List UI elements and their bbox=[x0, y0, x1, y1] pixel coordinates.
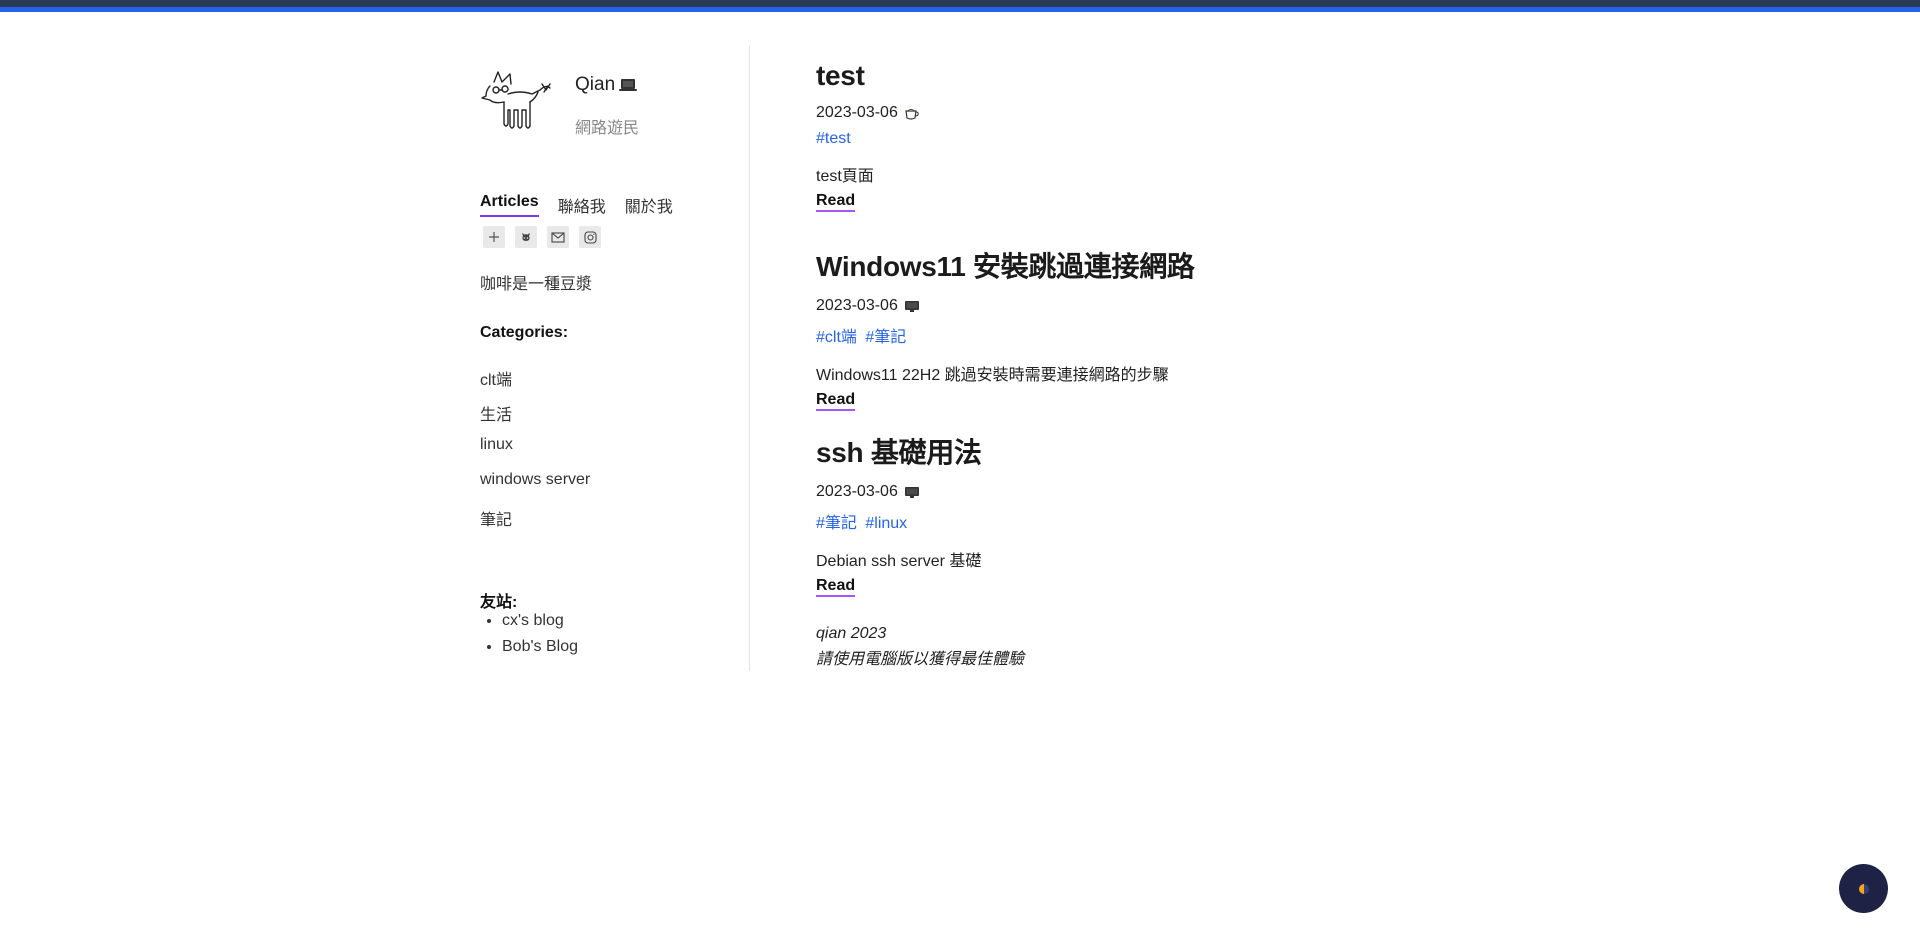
coffee-icon bbox=[905, 109, 919, 120]
read-link[interactable]: Read bbox=[816, 577, 856, 597]
friends-list: cx's blog Bob's Blog bbox=[502, 612, 578, 664]
profile-name[interactable]: Qian bbox=[575, 74, 638, 96]
tag-link[interactable]: #筆記 bbox=[816, 515, 857, 532]
tag-link[interactable]: #linux bbox=[865, 515, 907, 532]
main-nav: Articles 聯絡我 關於我 bbox=[480, 193, 673, 217]
sidebar: Qian 網路遊民 Articles 聯絡我 關於我 咖啡是一種豆漿 Categ… bbox=[480, 46, 750, 655]
post-tags: #筆記 #linux bbox=[816, 509, 982, 533]
cat-sketch-icon bbox=[481, 71, 551, 129]
column-divider bbox=[749, 46, 750, 671]
friends-title: 友站: bbox=[480, 594, 518, 611]
categories-list: clt端 生活 linux windows server 筆記 bbox=[480, 366, 590, 541]
category-item[interactable]: 筆記 bbox=[480, 506, 590, 541]
monitor-icon bbox=[904, 487, 919, 498]
profile: Qian 網路遊民 bbox=[480, 46, 750, 146]
monitor-icon bbox=[904, 301, 919, 312]
post-tags: #clt端 #筆記 bbox=[816, 323, 1195, 347]
post-description: Windows11 22H2 跳過安裝時需要連接網路的步驟 bbox=[816, 367, 1169, 384]
post-title[interactable]: ssh 基礎用法 bbox=[816, 431, 982, 471]
instagram-icon[interactable] bbox=[579, 226, 601, 248]
post-date-row: 2023-03-06 bbox=[816, 297, 1195, 315]
categories-title: Categories: bbox=[480, 324, 569, 341]
post-date-row: 2023-03-06 bbox=[816, 483, 982, 501]
post-description: Debian ssh server 基礎 bbox=[816, 553, 982, 570]
post-title[interactable]: Windows11 安裝跳過連接網路 bbox=[816, 245, 1195, 285]
category-item[interactable]: linux bbox=[480, 436, 590, 471]
mail-icon[interactable] bbox=[547, 226, 569, 248]
github-icon[interactable] bbox=[515, 226, 537, 248]
theme-toggle-icon bbox=[1858, 883, 1869, 894]
category-item[interactable]: clt端 bbox=[480, 366, 590, 401]
tag-link[interactable]: #test bbox=[816, 130, 851, 147]
tab-about[interactable]: 關於我 bbox=[625, 193, 673, 217]
category-item[interactable]: 生活 bbox=[480, 401, 590, 436]
footer-note: 請使用電腦版以獲得最佳體驗 bbox=[816, 651, 1025, 668]
tag-link[interactable]: #clt端 bbox=[816, 329, 857, 346]
theme-toggle-button[interactable] bbox=[1839, 864, 1888, 913]
tab-articles[interactable]: Articles bbox=[480, 193, 539, 217]
profile-subtitle: 網路遊民 bbox=[575, 120, 640, 137]
post-date-row: 2023-03-06 bbox=[816, 104, 920, 122]
tagline: 咖啡是一種豆漿 bbox=[480, 276, 593, 293]
post-date: 2023-03-06 bbox=[816, 104, 898, 121]
profile-name-text[interactable]: Qian bbox=[575, 74, 615, 96]
friend-link[interactable]: Bob's Blog bbox=[502, 638, 578, 664]
post-card: test 2023-03-06 #test test頁面 Read bbox=[816, 60, 920, 212]
category-item[interactable]: windows server bbox=[480, 471, 590, 506]
post-description: test頁面 bbox=[816, 168, 874, 185]
read-link[interactable]: Read bbox=[816, 192, 856, 212]
post-tags: #test bbox=[816, 130, 920, 148]
post-card: Windows11 安裝跳過連接網路 2023-03-06 #clt端 #筆記 … bbox=[816, 245, 1195, 411]
plus-icon[interactable] bbox=[483, 226, 505, 248]
top-accent-bar bbox=[0, 0, 1920, 12]
post-card: ssh 基礎用法 2023-03-06 #筆記 #linux Debian ss… bbox=[816, 431, 982, 597]
post-date: 2023-03-06 bbox=[816, 483, 898, 500]
friend-link[interactable]: cx's blog bbox=[502, 612, 578, 638]
post-date: 2023-03-06 bbox=[816, 297, 898, 314]
social-icons bbox=[483, 226, 601, 248]
tag-link[interactable]: #筆記 bbox=[865, 329, 906, 346]
footer: qian 2023 請使用電腦版以獲得最佳體驗 bbox=[816, 621, 1024, 673]
laptop-icon bbox=[619, 79, 638, 91]
footer-copyright: qian 2023 bbox=[816, 625, 887, 642]
post-title[interactable]: test bbox=[816, 60, 920, 92]
tab-contact[interactable]: 聯絡我 bbox=[558, 193, 606, 217]
read-link[interactable]: Read bbox=[816, 391, 856, 411]
